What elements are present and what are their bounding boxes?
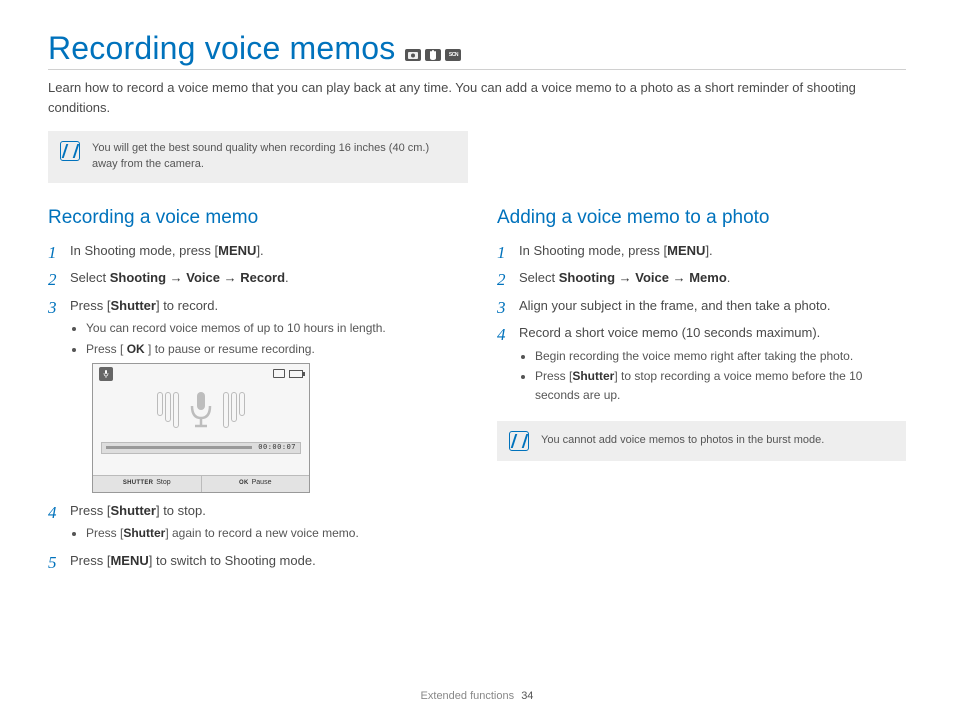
right-step-3: Align your subject in the frame, and the… (497, 296, 906, 316)
left-step-1: In Shooting mode, press [MENU]. (48, 241, 457, 261)
left-step-5: Press [MENU] to switch to Shooting mode. (48, 551, 457, 571)
top-note-box: You will get the best sound quality when… (48, 131, 468, 183)
right-note-box: You cannot add voice memos to photos in … (497, 421, 906, 461)
footer-section: Extended functions (421, 690, 515, 702)
page-title: Recording voice memos (48, 30, 395, 67)
left-step-4: Press [Shutter] to stop. Press [Shutter]… (48, 501, 457, 543)
progress-bar: 00:00:07 (101, 442, 301, 454)
left-step-4-sub-1: Press [Shutter] again to record a new vo… (86, 524, 457, 543)
right-step-4-sub-2: Press [Shutter] to stop recording a voic… (535, 367, 906, 404)
mic-badge-icon (99, 367, 113, 381)
left-step-3-sub-1: You can record voice memos of up to 10 h… (86, 319, 457, 338)
title-row: Recording voice memos SCN (48, 30, 906, 70)
footer-page-number: 34 (521, 690, 533, 702)
page-footer: Extended functions 34 (0, 690, 954, 702)
battery-icon (289, 370, 303, 378)
content-columns: Recording a voice memo In Shooting mode,… (48, 207, 906, 578)
sound-waves-left-icon (157, 392, 179, 428)
note-icon (509, 431, 529, 451)
right-steps: In Shooting mode, press [MENU]. Select S… (497, 241, 906, 405)
sound-waves-right-icon (223, 392, 245, 428)
mic-visual (93, 384, 309, 436)
screen-status-bar (93, 364, 309, 384)
elapsed-time: 00:00:07 (258, 442, 296, 453)
right-column: Adding a voice memo to a photo In Shooti… (497, 207, 906, 578)
progress-fill (106, 446, 252, 449)
left-steps: In Shooting mode, press [MENU]. Select S… (48, 241, 457, 570)
right-step-4: Record a short voice memo (10 seconds ma… (497, 323, 906, 404)
right-step-1: In Shooting mode, press [MENU]. (497, 241, 906, 261)
note-icon (60, 141, 80, 161)
left-heading: Recording a voice memo (48, 207, 457, 229)
right-step-4-sub-1: Begin recording the voice memo right aft… (535, 347, 906, 366)
left-step-3: Press [Shutter] to record. You can recor… (48, 296, 457, 493)
right-step-4-sub: Begin recording the voice memo right aft… (519, 347, 906, 405)
right-step-2: Select Shooting → Voice → Memo. (497, 268, 906, 288)
microphone-icon (187, 390, 215, 430)
scene-mode-icon: SCN (445, 49, 461, 61)
left-step-4-sub: Press [Shutter] again to record a new vo… (70, 524, 457, 543)
left-step-3-sub-2: Press [ OK ] to pause or resume recordin… (86, 340, 457, 359)
intro-text: Learn how to record a voice memo that yo… (48, 78, 906, 117)
ok-pause-label: OK Pause (202, 476, 310, 492)
memory-icon (273, 369, 285, 378)
manual-page: Recording voice memos SCN Learn how to r… (0, 0, 954, 720)
right-heading: Adding a voice memo to a photo (497, 207, 906, 229)
right-note-text: You cannot add voice memos to photos in … (541, 433, 824, 449)
recorder-screen-illustration: 00:00:07 SHUTTER Stop OK Pause (92, 363, 310, 493)
top-note-text: You will get the best sound quality when… (92, 141, 456, 173)
screen-bottom-bar: SHUTTER Stop OK Pause (93, 475, 309, 492)
status-icons (273, 367, 303, 381)
left-step-3-sub: You can record voice memos of up to 10 h… (70, 319, 457, 358)
left-step-2: Select Shooting → Voice → Record. (48, 268, 457, 288)
shutter-stop-label: SHUTTER Stop (93, 476, 202, 492)
camera-mode-icon (405, 49, 421, 61)
left-column: Recording a voice memo In Shooting mode,… (48, 207, 457, 578)
mode-icons: SCN (405, 49, 461, 64)
hand-mode-icon (425, 49, 441, 61)
